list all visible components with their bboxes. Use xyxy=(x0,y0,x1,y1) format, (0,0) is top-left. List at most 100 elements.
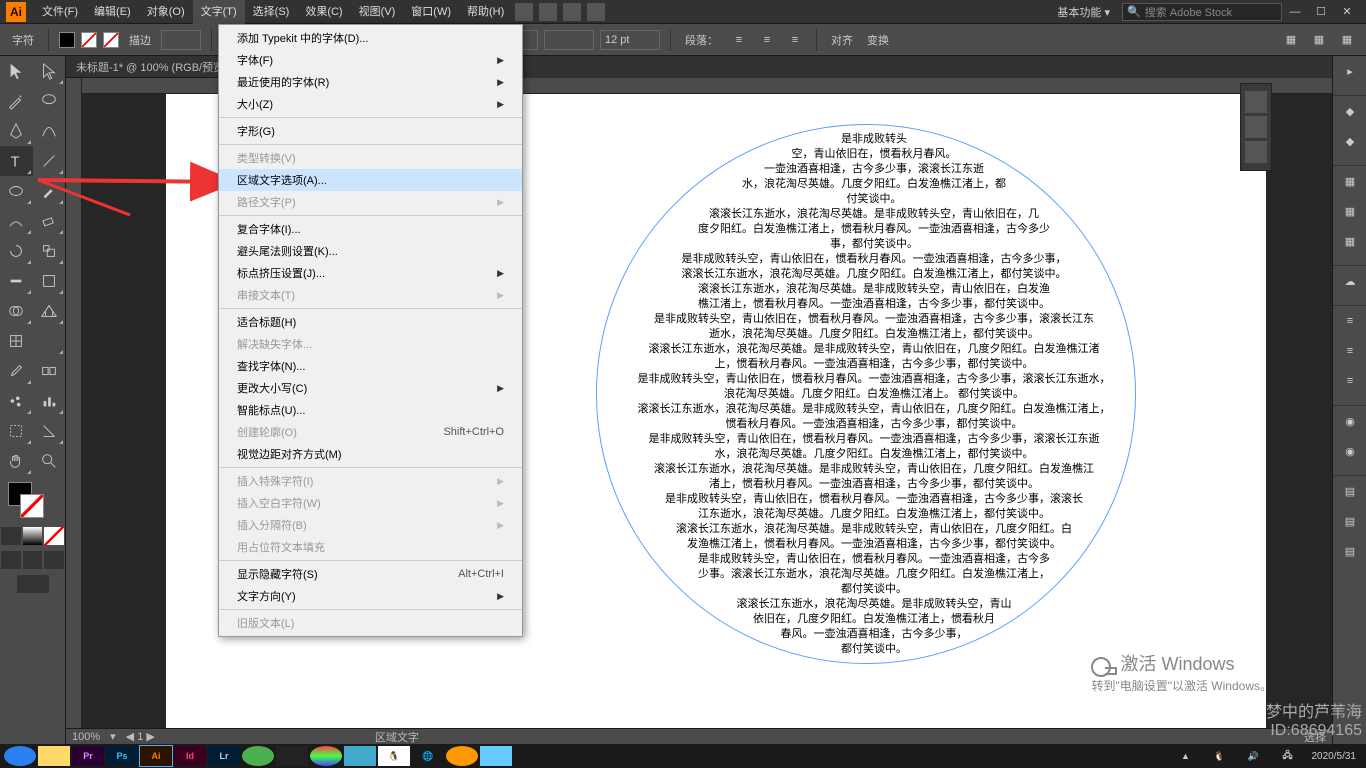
shaper-tool[interactable] xyxy=(0,206,33,236)
type-menu-item[interactable]: 适合标题(H) xyxy=(219,311,522,333)
menu-item-6[interactable]: 视图(V) xyxy=(351,0,404,24)
pen-tool[interactable] xyxy=(0,116,33,146)
blend-tool[interactable] xyxy=(33,356,66,386)
type-menu-item[interactable]: 文字方向(Y) xyxy=(219,585,522,607)
type-tool[interactable]: T xyxy=(0,146,33,176)
close-icon[interactable]: ✕ xyxy=(1334,0,1360,24)
color-mode-none[interactable] xyxy=(44,527,64,545)
gpu-icon[interactable] xyxy=(587,3,605,21)
font-style-dropdown[interactable] xyxy=(544,30,594,50)
graphic-styles-panel-icon[interactable]: ◉ xyxy=(1333,436,1366,466)
stroke-color-swatch[interactable] xyxy=(20,494,44,518)
line-segment-tool[interactable] xyxy=(33,146,66,176)
stroke-swatch[interactable] xyxy=(103,32,119,48)
color-mode-gradient[interactable] xyxy=(23,527,43,545)
eraser-tool[interactable] xyxy=(33,206,66,236)
panel-icon-c[interactable] xyxy=(1245,141,1267,163)
align-right-icon[interactable]: ≡ xyxy=(784,29,806,51)
workspace-switcher[interactable]: 基本功能 ▾ xyxy=(1051,4,1116,20)
font-size-dropdown[interactable]: 12 pt xyxy=(600,30,660,50)
menu-item-3[interactable]: 文字(T) xyxy=(193,0,245,24)
symbols-panel-icon[interactable]: ▦ xyxy=(1333,226,1366,256)
artboards-panel-icon[interactable]: ▤ xyxy=(1333,536,1366,566)
taskbar-clock[interactable]: 2020/5/31 xyxy=(1306,751,1363,762)
fill-stroke-swatch[interactable] xyxy=(0,482,65,526)
draw-normal[interactable] xyxy=(1,551,21,569)
shape-builder-tool[interactable] xyxy=(0,296,33,326)
taskbar-premiere-icon[interactable]: Pr xyxy=(72,746,104,766)
tray-icon-1[interactable]: ▲ xyxy=(1170,746,1202,766)
asset-export-panel-icon[interactable]: ▤ xyxy=(1333,506,1366,536)
gradient-panel-icon[interactable]: ≡ xyxy=(1333,336,1366,366)
menu-item-8[interactable]: 帮助(H) xyxy=(459,0,512,24)
eyedropper-tool[interactable] xyxy=(0,356,33,386)
panel-icon-2[interactable]: ▦ xyxy=(1308,29,1330,51)
align-center-icon[interactable]: ≡ xyxy=(756,29,778,51)
type-menu-item[interactable]: 避头尾法则设置(K)... xyxy=(219,240,522,262)
scale-tool[interactable] xyxy=(33,236,66,266)
swatches-panel-icon[interactable]: ▦ xyxy=(1333,166,1366,196)
magic-wand-tool[interactable] xyxy=(0,86,33,116)
panel-icon-a[interactable] xyxy=(1245,91,1267,113)
taskbar-app-1-icon[interactable] xyxy=(242,746,274,766)
perspective-grid-tool[interactable] xyxy=(33,296,66,326)
menu-item-7[interactable]: 窗口(W) xyxy=(403,0,459,24)
zoom-level[interactable]: 100% xyxy=(72,731,100,743)
taskbar-indesign-icon[interactable]: Id xyxy=(174,746,206,766)
taskbar-lightroom-icon[interactable]: Lr xyxy=(208,746,240,766)
slice-tool[interactable] xyxy=(33,416,66,446)
type-menu-item[interactable]: 字形(G) xyxy=(219,120,522,142)
hand-tool[interactable] xyxy=(0,446,33,476)
arrange-icon[interactable] xyxy=(563,3,581,21)
width-tool[interactable] xyxy=(0,266,33,296)
draw-inside[interactable] xyxy=(44,551,64,569)
rotate-tool[interactable] xyxy=(0,236,33,266)
taskbar-explorer-icon[interactable] xyxy=(38,746,70,766)
tray-network-icon[interactable]: 🖧 xyxy=(1272,746,1304,766)
panel-icon-b[interactable] xyxy=(1245,116,1267,138)
type-menu-item[interactable]: 智能标点(U)... xyxy=(219,399,522,421)
taskbar-app-4-icon[interactable] xyxy=(344,746,376,766)
restore-icon[interactable]: ☐ xyxy=(1308,0,1334,24)
layers-panel-icon[interactable]: ▤ xyxy=(1333,476,1366,506)
zoom-tool[interactable] xyxy=(33,446,66,476)
type-menu-item[interactable]: 区域文字选项(A)... xyxy=(219,169,522,191)
type-menu-item[interactable]: 最近使用的字体(R) xyxy=(219,71,522,93)
artboard-tool[interactable] xyxy=(0,416,33,446)
color-mode-solid[interactable] xyxy=(1,527,21,545)
minimize-icon[interactable]: — xyxy=(1282,0,1308,24)
transparency-panel-icon[interactable]: ≡ xyxy=(1333,366,1366,396)
column-graph-tool[interactable] xyxy=(33,386,66,416)
color-guide-panel-icon[interactable]: ◆ xyxy=(1333,126,1366,156)
taskbar-browser-icon[interactable] xyxy=(4,746,36,766)
stroke-width-input[interactable] xyxy=(161,30,201,50)
tray-volume-icon[interactable]: 🔊 xyxy=(1238,746,1270,766)
type-menu-item[interactable]: 显示隐藏字符(S)Alt+Ctrl+I xyxy=(219,563,522,585)
menu-item-2[interactable]: 对象(O) xyxy=(139,0,193,24)
type-menu-item[interactable]: 字体(F) xyxy=(219,49,522,71)
taskbar-illustrator-icon[interactable]: Ai xyxy=(140,746,172,766)
taskbar-photoshop-icon[interactable]: Ps xyxy=(106,746,138,766)
free-transform-tool[interactable] xyxy=(33,266,66,296)
direct-selection-tool[interactable] xyxy=(33,56,66,86)
color-panel-icon[interactable]: ◆ xyxy=(1333,96,1366,126)
taskbar-app-3-icon[interactable] xyxy=(310,746,342,766)
libraries-panel-icon[interactable]: ☁ xyxy=(1333,266,1366,296)
type-menu-item[interactable]: 标点挤压设置(J)... xyxy=(219,262,522,284)
fill-none-swatch[interactable] xyxy=(81,32,97,48)
fill-swatch[interactable] xyxy=(59,32,75,48)
taskbar-qq-icon[interactable]: 🐧 xyxy=(378,746,410,766)
type-menu-item[interactable]: 复合字体(I)... xyxy=(219,218,522,240)
area-type-text[interactable]: 是非成败转头空，青山依旧在，惯看秋月春风。一壶浊酒喜相逢，古今多少事，滚滚长江东… xyxy=(596,124,1136,664)
menu-item-0[interactable]: 文件(F) xyxy=(34,0,86,24)
panel-icon-1[interactable]: ▦ xyxy=(1280,29,1302,51)
ellipse-tool[interactable] xyxy=(0,176,33,206)
type-menu-item[interactable]: 大小(Z) xyxy=(219,93,522,115)
document-tab[interactable]: 未标题-1* @ 100% (RGB/预览) xyxy=(66,56,238,78)
area-type-object[interactable]: 是非成败转头空，青山依旧在，惯看秋月春风。一壶浊酒喜相逢，古今多少事，滚滚长江东… xyxy=(596,124,1136,664)
screen-mode[interactable] xyxy=(17,575,49,593)
type-menu-item[interactable]: 更改大小写(C) xyxy=(219,377,522,399)
paintbrush-tool[interactable] xyxy=(33,176,66,206)
brushes-panel-icon[interactable]: ▦ xyxy=(1333,196,1366,226)
taskbar-chrome-icon[interactable]: 🌐 xyxy=(412,746,444,766)
